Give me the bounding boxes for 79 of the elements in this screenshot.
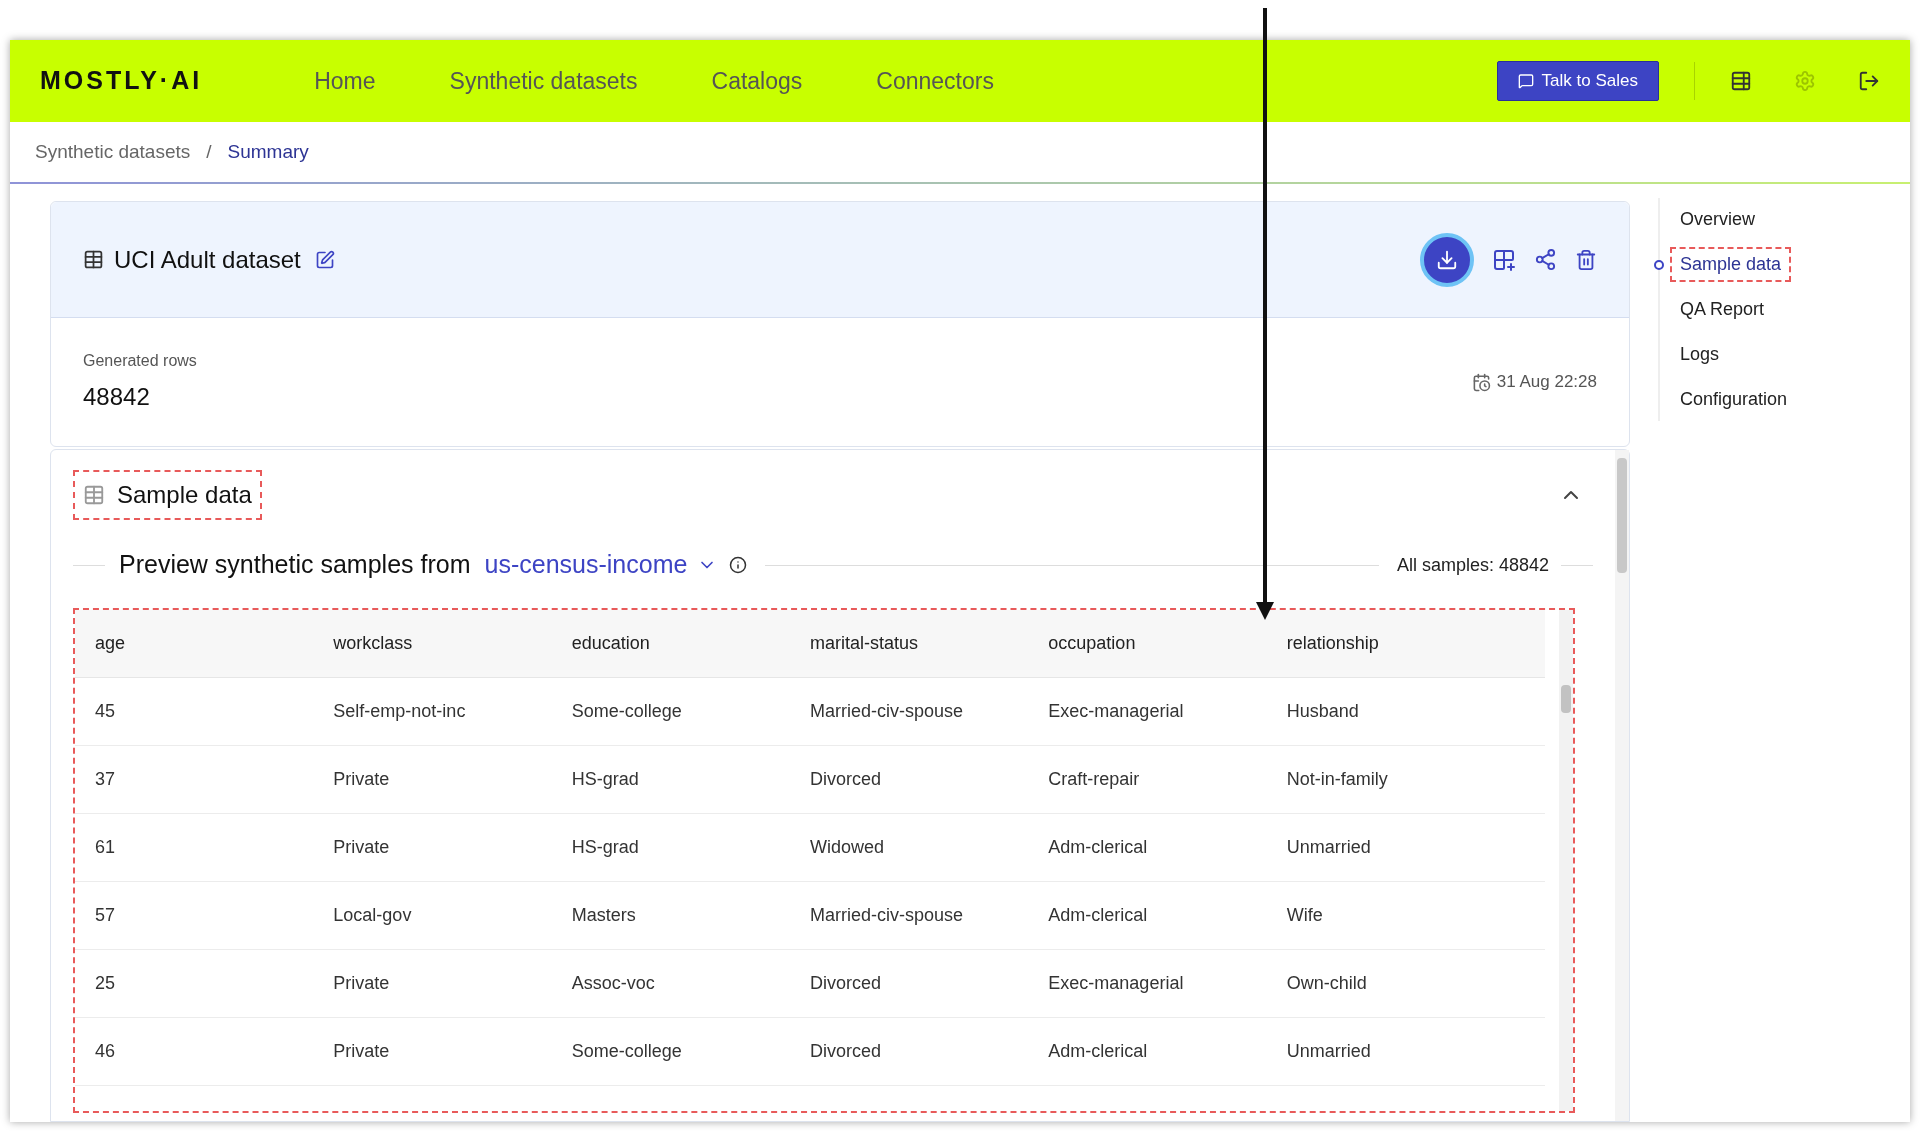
chat-icon xyxy=(1517,73,1534,89)
table-icon xyxy=(83,249,104,270)
table-cell-text: Exec-managerial xyxy=(1048,700,1184,723)
nav-link[interactable]: Home xyxy=(314,63,376,99)
nav-link[interactable]: Connectors xyxy=(876,63,994,99)
talk-to-sales-button[interactable]: Talk to Sales xyxy=(1496,61,1659,101)
nav-link[interactable]: Synthetic datasets xyxy=(449,63,638,99)
download-icon xyxy=(1436,248,1458,271)
table-cell-text: Some-college xyxy=(571,700,682,723)
toc-link[interactable]: Logs xyxy=(1670,337,1730,372)
table-cell-text: Divorced xyxy=(810,1040,881,1063)
list-icon[interactable] xyxy=(1730,70,1752,92)
table-cell-text: 57 xyxy=(95,904,116,927)
table-cell-text: Unmarried xyxy=(1286,1040,1371,1063)
column-header: marital-status xyxy=(810,632,918,655)
toc-link[interactable]: QA Report xyxy=(1670,292,1775,327)
table-cell-text: Adm-clerical xyxy=(1048,836,1148,859)
table-cell-text: Married-civ-spouse xyxy=(810,904,964,927)
column-header: relationship xyxy=(1286,632,1379,655)
scrollbar-thumb[interactable] xyxy=(1561,685,1571,713)
toc-link[interactable]: Sample data xyxy=(1670,247,1792,282)
table-cell-text: Private xyxy=(333,1040,390,1063)
generated-rows-label: Generated rows xyxy=(83,351,197,371)
calendar-icon xyxy=(1471,372,1491,392)
table-cell-text: Exec-managerial xyxy=(1048,972,1184,995)
breadcrumb-link[interactable]: Synthetic datasets xyxy=(35,137,191,167)
table-cell-text: 45 xyxy=(95,700,116,723)
table-cell-text: Wife xyxy=(1286,904,1323,927)
table-cell-text: Adm-clerical xyxy=(1048,1040,1148,1063)
edit-icon[interactable] xyxy=(314,249,335,270)
toc-link[interactable]: Overview xyxy=(1670,202,1765,237)
table-cell-text: Divorced xyxy=(810,768,881,791)
section-title: Sample data xyxy=(117,480,252,510)
table-cell-text: Widowed xyxy=(810,836,884,859)
table-cell-text: 61 xyxy=(95,836,116,859)
table-cell-text: Local-gov xyxy=(333,904,412,927)
table-cell-text: Craft-repair xyxy=(1048,768,1140,791)
delete-icon[interactable] xyxy=(1575,248,1597,271)
date-text: 31 Aug 22:28 xyxy=(1496,371,1597,394)
dataset-title: UCI Adult dataset xyxy=(114,244,301,275)
table-cell-text: 37 xyxy=(95,768,116,791)
column-header: occupation xyxy=(1048,632,1136,655)
all-samples-count: All samples: 48842 xyxy=(1396,553,1549,577)
table-cell-text: Private xyxy=(333,972,390,995)
info-icon[interactable] xyxy=(729,556,748,574)
table-cell-text: Private xyxy=(333,768,390,791)
logout-icon[interactable] xyxy=(1858,70,1880,92)
table-cell-text: Masters xyxy=(571,904,636,927)
table-cell-text: Husband xyxy=(1286,700,1359,723)
table-cell-text: HS-grad xyxy=(571,836,639,859)
table-add-icon[interactable] xyxy=(1492,247,1516,272)
table-icon xyxy=(83,484,105,506)
table-cell-text: Assoc-voc xyxy=(571,972,655,995)
table-cell-text: Self-emp-not-inc xyxy=(333,700,466,723)
breadcrumb-link[interactable]: Summary xyxy=(227,137,309,167)
table-cell-text: 46 xyxy=(95,1040,116,1063)
column-header: age xyxy=(95,632,126,655)
preview-label: Preview synthetic samples from xyxy=(119,549,471,581)
column-header: education xyxy=(571,632,650,655)
source-dropdown[interactable]: us-census-income xyxy=(484,546,718,584)
table-cell-text: Unmarried xyxy=(1286,836,1371,859)
table-cell-text: Married-civ-spouse xyxy=(810,700,964,723)
generated-rows-value: 48842 xyxy=(83,382,151,412)
table-cell-text: Own-child xyxy=(1286,972,1367,995)
breadcrumb-separator: / xyxy=(206,139,212,164)
table-cell-text: Divorced xyxy=(810,972,881,995)
column-header: workclass xyxy=(333,632,413,655)
table-cell-text: Adm-clerical xyxy=(1048,904,1148,927)
toc-link[interactable]: Configuration xyxy=(1670,382,1798,417)
logo: MOSTLY·AI xyxy=(40,65,203,97)
nav-link[interactable]: Catalogs xyxy=(711,63,803,99)
scrollbar-thumb[interactable] xyxy=(1617,458,1627,573)
share-icon[interactable] xyxy=(1534,248,1557,271)
table-cell-text: 25 xyxy=(95,972,116,995)
table-cell-text: Private xyxy=(333,836,390,859)
table-cell-text: HS-grad xyxy=(571,768,639,791)
download-button[interactable] xyxy=(1420,232,1474,287)
table-cell-text: Not-in-family xyxy=(1286,768,1388,791)
table-cell-text: Some-college xyxy=(571,1040,682,1063)
